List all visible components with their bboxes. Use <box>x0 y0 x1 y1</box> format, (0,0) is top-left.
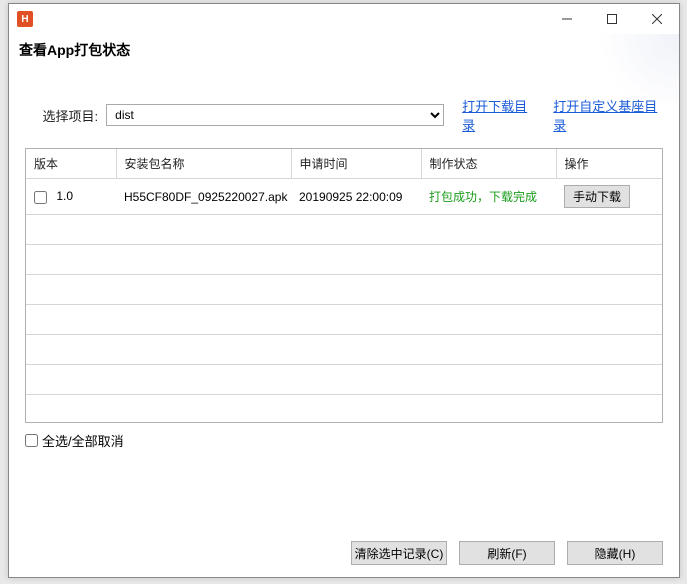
titlebar: H <box>9 4 679 34</box>
empty-row <box>26 245 662 275</box>
table-row[interactable]: 1.0 H55CF80DF_0925220027.apk 20190925 22… <box>26 179 662 215</box>
col-header-time[interactable]: 申请时间 <box>291 149 421 179</box>
empty-row <box>26 305 662 335</box>
col-header-package[interactable]: 安装包名称 <box>116 149 291 179</box>
empty-row <box>26 335 662 365</box>
cell-version: 1.0 <box>26 179 116 215</box>
package-table: 版本 安装包名称 申请时间 制作状态 操作 1.0 H55CF80DF_0925… <box>26 149 662 423</box>
refresh-button[interactable]: 刷新(F) <box>459 541 555 565</box>
window-title: 查看App打包状态 <box>9 34 679 60</box>
content-area: 选择项目: dist 打开下载目录 打开自定义基座目录 版本 安装包名称 申请时… <box>9 60 679 458</box>
empty-row <box>26 395 662 424</box>
dialog-window: H 查看App打包状态 选择项目: dist 打开下载目录 打开自定义基座目录 <box>8 3 680 578</box>
empty-row <box>26 275 662 305</box>
version-text: 1.0 <box>56 189 73 203</box>
select-all-label: 全选/全部取消 <box>42 431 124 450</box>
cell-time: 20190925 22:00:09 <box>291 179 421 215</box>
empty-row <box>26 365 662 395</box>
manual-download-button[interactable]: 手动下载 <box>564 185 630 208</box>
project-row: 选择项目: dist 打开下载目录 打开自定义基座目录 <box>25 96 663 134</box>
clear-selected-button[interactable]: 清除选中记录(C) <box>351 541 447 565</box>
row-checkbox[interactable] <box>34 191 47 204</box>
maximize-button[interactable] <box>589 4 634 34</box>
empty-row <box>26 215 662 245</box>
open-custom-base-dir-link[interactable]: 打开自定义基座目录 <box>553 96 663 134</box>
open-download-dir-link[interactable]: 打开下载目录 <box>462 96 535 134</box>
col-header-status[interactable]: 制作状态 <box>421 149 556 179</box>
cell-action: 手动下载 <box>556 179 662 215</box>
footer-buttons: 清除选中记录(C) 刷新(F) 隐藏(H) <box>351 541 663 565</box>
app-icon: H <box>17 11 33 27</box>
cell-package: H55CF80DF_0925220027.apk <box>116 179 291 215</box>
table-header-row: 版本 安装包名称 申请时间 制作状态 操作 <box>26 149 662 179</box>
table-container: 版本 安装包名称 申请时间 制作状态 操作 1.0 H55CF80DF_0925… <box>25 148 663 423</box>
table-body: 1.0 H55CF80DF_0925220027.apk 20190925 22… <box>26 179 662 424</box>
close-button[interactable] <box>634 4 679 34</box>
close-icon <box>652 14 662 24</box>
maximize-icon <box>607 14 617 24</box>
project-label: 选择项目: <box>25 106 98 125</box>
cell-status: 打包成功，下载完成 <box>421 179 556 215</box>
project-select[interactable]: dist <box>106 104 444 126</box>
minimize-button[interactable] <box>544 4 589 34</box>
col-header-action[interactable]: 操作 <box>556 149 662 179</box>
minimize-icon <box>562 14 572 24</box>
hide-button[interactable]: 隐藏(H) <box>567 541 663 565</box>
window-controls <box>544 4 679 34</box>
select-all-checkbox[interactable] <box>25 434 38 447</box>
select-all-row: 全选/全部取消 <box>25 431 663 450</box>
col-header-version[interactable]: 版本 <box>26 149 116 179</box>
